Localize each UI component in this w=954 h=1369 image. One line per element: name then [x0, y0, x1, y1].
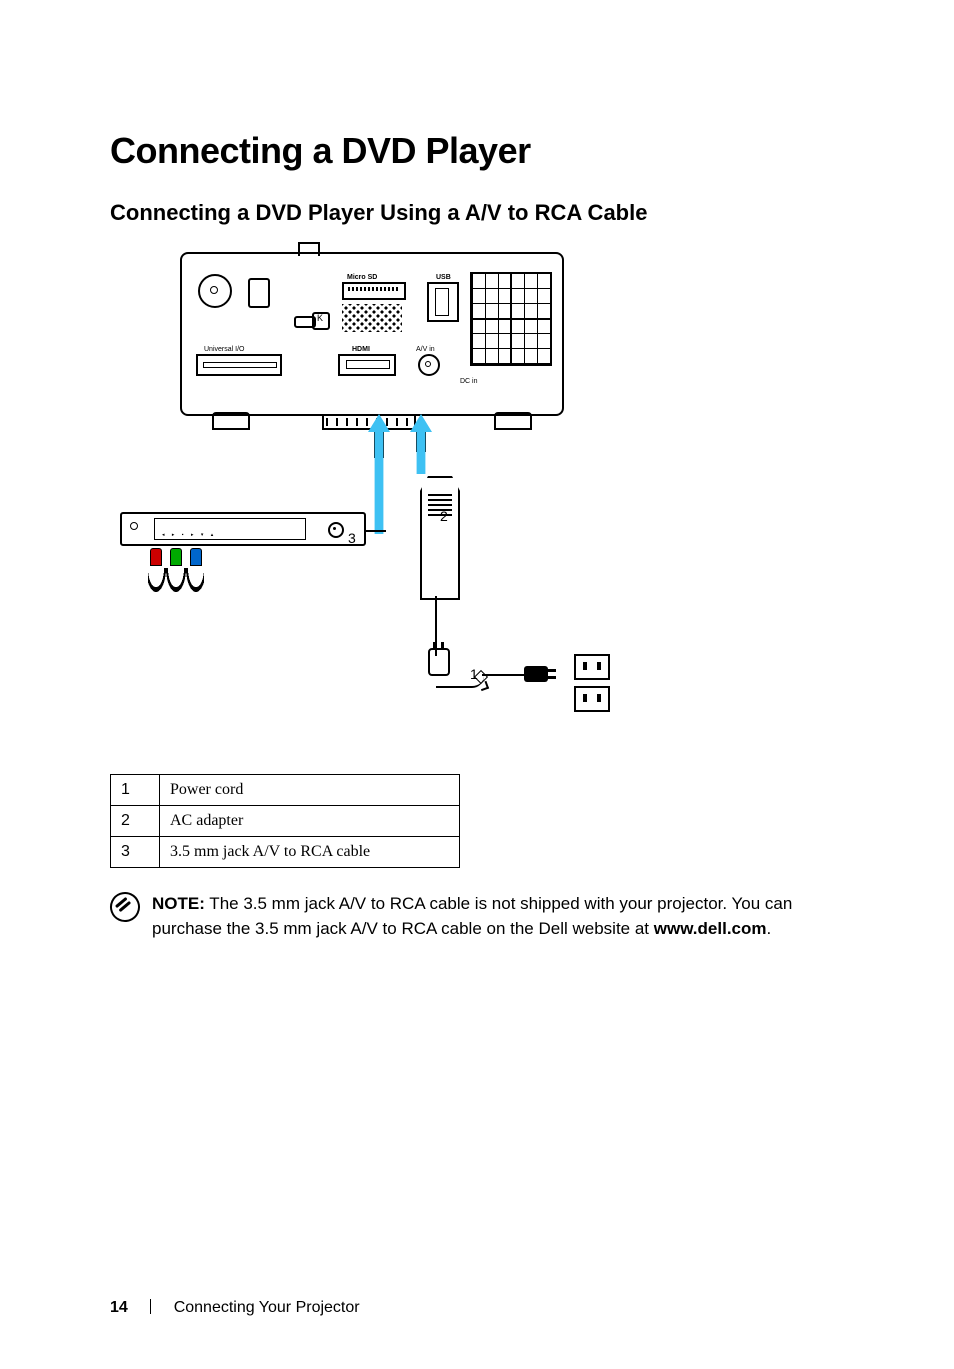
- micro-sd-slot-icon: [342, 282, 406, 300]
- callout-2: 2: [440, 508, 448, 524]
- legend-num: 2: [111, 806, 160, 837]
- arrow-cable-3: [368, 414, 390, 534]
- legend-table: 1 Power cord 2 AC adapter 3 3.5 mm jack …: [110, 774, 460, 868]
- label-dc-in: DC in: [460, 378, 478, 385]
- note-url: www.dell.com: [654, 919, 767, 938]
- usb-slot-icon: [427, 282, 459, 322]
- label-hdmi: HDMI: [352, 346, 370, 353]
- legend-label: AC adapter: [160, 806, 460, 837]
- legend-label: Power cord: [160, 775, 460, 806]
- section-title: Connecting a DVD Player Using a A/V to R…: [110, 200, 864, 226]
- legend-num: 1: [111, 775, 160, 806]
- universal-io-port-icon: [196, 354, 282, 376]
- speaker-grille-icon: [470, 272, 552, 366]
- page-title: Connecting a DVD Player: [110, 130, 864, 172]
- power-plug-icon: [428, 648, 450, 676]
- lens-icon: [198, 274, 232, 308]
- ac-adapter-icon: [420, 476, 460, 600]
- note-block: NOTE: The 3.5 mm jack A/V to RCA cable i…: [110, 892, 830, 941]
- label-micro-sd: Micro SD: [347, 274, 377, 281]
- projector-illustration: Micro SD USB Universal I/O HDMI A/V in D…: [180, 252, 564, 416]
- label-usb: USB: [436, 274, 451, 281]
- label-av-in: A/V in: [416, 346, 435, 353]
- table-row: 1 Power cord: [111, 775, 460, 806]
- dvd-player-illustration: ◂ ▸ ▪ ▸ ▾ ▴: [120, 512, 366, 546]
- note-text: NOTE: The 3.5 mm jack A/V to RCA cable i…: [152, 892, 830, 941]
- page-number: 14: [110, 1299, 128, 1316]
- page-footer: 14 Connecting Your Projector: [110, 1299, 360, 1317]
- legend-label: 3.5 mm jack A/V to RCA cable: [160, 837, 460, 868]
- callout-3: 3: [348, 530, 356, 546]
- hdmi-port-icon: [338, 354, 396, 376]
- rca-connectors-icon: [148, 548, 204, 594]
- callout-1: 1: [470, 666, 478, 682]
- footer-section: Connecting Your Projector: [174, 1299, 360, 1316]
- label-universal-io: Universal I/O: [204, 346, 244, 353]
- table-row: 2 AC adapter: [111, 806, 460, 837]
- note-icon: [106, 888, 144, 926]
- table-row: 3 3.5 mm jack A/V to RCA cable: [111, 837, 460, 868]
- connection-diagram: Micro SD USB Universal I/O HDMI A/V in D…: [120, 244, 680, 744]
- av-in-port-icon: [418, 354, 440, 376]
- mains-plug-icon: [524, 666, 548, 682]
- legend-num: 3: [111, 837, 160, 868]
- footer-divider: [150, 1299, 151, 1314]
- note-lead: NOTE:: [152, 894, 205, 913]
- wall-outlet-icon: [574, 654, 608, 706]
- note-body-2: .: [767, 919, 772, 938]
